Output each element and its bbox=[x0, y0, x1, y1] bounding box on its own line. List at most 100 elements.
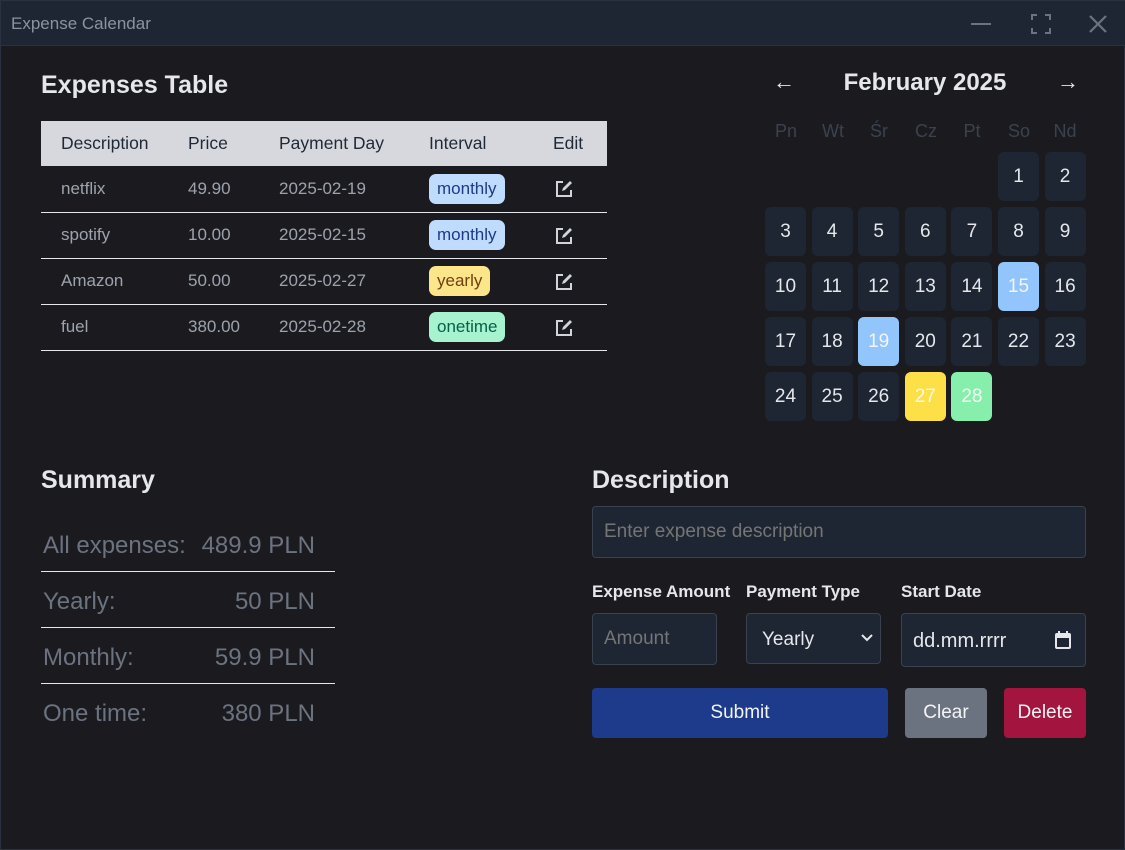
summary-label: Monthly: bbox=[43, 644, 134, 671]
summary-label: All expenses: bbox=[43, 532, 186, 559]
calendar-day[interactable]: 9 bbox=[1044, 207, 1086, 256]
prev-month-button[interactable]: ← bbox=[773, 69, 795, 95]
calendar-day[interactable]: 26 bbox=[858, 372, 900, 421]
calendar-day[interactable]: 10 bbox=[765, 262, 806, 311]
table-header-row: Description Price Payment Day Interval E… bbox=[41, 121, 607, 166]
interval-badge: yearly bbox=[429, 266, 491, 296]
expenses-table: Description Price Payment Day Interval E… bbox=[41, 121, 607, 351]
title-bar: Expense Calendar bbox=[1, 1, 1125, 46]
table-row: Amazon 50.00 2025-02-27 yearly bbox=[41, 258, 607, 305]
summary-title: Summary bbox=[41, 466, 155, 494]
edit-icon[interactable] bbox=[555, 227, 573, 245]
table-row: netflix 49.90 2025-02-19 monthly bbox=[41, 166, 607, 213]
app-window: Expense Calendar Expenses Table Descript… bbox=[0, 0, 1125, 850]
weekday-label: Śr bbox=[870, 121, 888, 141]
description-title: Description bbox=[592, 466, 730, 494]
maximize-icon[interactable] bbox=[1028, 11, 1054, 37]
edit-icon[interactable] bbox=[555, 273, 573, 291]
calendar-day[interactable]: 19 bbox=[858, 317, 900, 366]
clear-button[interactable]: Clear bbox=[905, 688, 987, 738]
start-date-label: Start Date bbox=[901, 582, 982, 601]
calendar-day[interactable]: 1 bbox=[998, 152, 1039, 201]
calendar-day[interactable]: 23 bbox=[1044, 317, 1086, 366]
calendar-day[interactable]: 8 bbox=[998, 207, 1039, 256]
edit-icon[interactable] bbox=[555, 180, 573, 198]
summary-row-onetime: One time: 380 PLN bbox=[41, 684, 335, 740]
description-input[interactable] bbox=[592, 506, 1086, 558]
calendar-day[interactable]: 7 bbox=[951, 207, 993, 256]
minimize-icon[interactable] bbox=[968, 11, 994, 37]
cell-payment-day: 2025-02-15 bbox=[263, 212, 413, 259]
window-title: Expense Calendar bbox=[11, 14, 151, 33]
calendar-day[interactable]: 14 bbox=[951, 262, 993, 311]
amount-label: Expense Amount bbox=[592, 582, 731, 601]
cell-description: Amazon bbox=[41, 258, 172, 305]
calendar-day[interactable]: 21 bbox=[951, 317, 993, 366]
interval-badge: monthly bbox=[429, 220, 505, 250]
weekday-label: Cz bbox=[915, 121, 937, 141]
header-payment-day: Payment Day bbox=[279, 133, 385, 153]
calendar-day[interactable]: 20 bbox=[904, 317, 946, 366]
calendar-day[interactable]: 24 bbox=[765, 372, 806, 421]
cell-payment-day: 2025-02-19 bbox=[263, 166, 413, 213]
header-description: Description bbox=[61, 133, 149, 153]
calendar-day[interactable]: 5 bbox=[858, 207, 900, 256]
summary-value: 489.9 PLN bbox=[201, 532, 315, 559]
calendar-month-title: February 2025 bbox=[843, 69, 1007, 96]
calendar-day[interactable]: 15 bbox=[998, 262, 1039, 311]
cell-price: 10.00 bbox=[172, 212, 263, 259]
weekday-label: Nd bbox=[1053, 121, 1077, 141]
summary-label: Yearly: bbox=[43, 588, 116, 615]
table-row: spotify 10.00 2025-02-15 monthly bbox=[41, 212, 607, 259]
header-edit: Edit bbox=[553, 133, 584, 153]
calendar-icon[interactable] bbox=[1055, 631, 1071, 649]
submit-button[interactable]: Submit bbox=[592, 688, 888, 738]
cell-price: 380.00 bbox=[172, 304, 263, 351]
weekday-label: So bbox=[1007, 121, 1031, 141]
calendar-day[interactable]: 6 bbox=[904, 207, 946, 256]
date-placeholder: dd.mm.rrrr bbox=[913, 630, 1007, 652]
summary-row-all: All expenses: 489.9 PLN bbox=[41, 516, 335, 572]
weekday-label: Pn bbox=[774, 121, 798, 141]
weekday-label: Pt bbox=[963, 121, 981, 141]
cell-price: 50.00 bbox=[172, 258, 263, 305]
edit-icon[interactable] bbox=[555, 319, 573, 337]
summary-label: One time: bbox=[43, 700, 148, 727]
amount-input[interactable] bbox=[592, 613, 717, 665]
cell-description: spotify bbox=[41, 212, 172, 259]
cell-payment-day: 2025-02-27 bbox=[263, 258, 413, 305]
table-row: fuel 380.00 2025-02-28 onetime bbox=[41, 304, 607, 351]
calendar-day[interactable]: 2 bbox=[1044, 152, 1086, 201]
payment-type-select[interactable]: Yearly bbox=[746, 613, 881, 664]
calendar-day[interactable]: 27 bbox=[904, 372, 946, 421]
calendar-day[interactable]: 11 bbox=[811, 262, 853, 311]
weekday-header: Pn Wt Śr Cz Pt So Nd bbox=[763, 121, 1089, 143]
summary-value: 59.9 PLN bbox=[214, 644, 315, 671]
header-interval: Interval bbox=[429, 133, 487, 153]
expenses-table-title: Expenses Table bbox=[41, 71, 229, 99]
calendar-day[interactable]: 18 bbox=[811, 317, 853, 366]
chevron-down-icon bbox=[861, 634, 873, 642]
calendar-day[interactable]: 3 bbox=[765, 207, 806, 256]
calendar-day[interactable]: 22 bbox=[998, 317, 1039, 366]
calendar-day[interactable]: 17 bbox=[765, 317, 806, 366]
cell-description: netflix bbox=[41, 166, 172, 213]
next-month-button[interactable]: → bbox=[1057, 69, 1079, 95]
interval-badge: onetime bbox=[429, 312, 506, 342]
start-date-input[interactable]: dd.mm.rrrr bbox=[901, 613, 1086, 667]
delete-button[interactable]: Delete bbox=[1004, 688, 1086, 738]
cell-description: fuel bbox=[41, 304, 172, 351]
close-icon[interactable] bbox=[1085, 11, 1111, 37]
header-price: Price bbox=[188, 133, 228, 153]
calendar-day[interactable]: 13 bbox=[904, 262, 946, 311]
summary-value: 380 PLN bbox=[221, 700, 315, 727]
calendar-day[interactable]: 12 bbox=[858, 262, 900, 311]
weekday-label: Wt bbox=[822, 121, 844, 141]
calendar-day[interactable]: 25 bbox=[811, 372, 853, 421]
summary-value: 50 PLN bbox=[234, 588, 315, 615]
payment-type-label: Payment Type bbox=[746, 582, 861, 601]
calendar-day[interactable]: 28 bbox=[951, 372, 993, 421]
calendar-day[interactable]: 4 bbox=[811, 207, 853, 256]
calendar-day[interactable]: 16 bbox=[1044, 262, 1086, 311]
cell-price: 49.90 bbox=[172, 166, 263, 213]
